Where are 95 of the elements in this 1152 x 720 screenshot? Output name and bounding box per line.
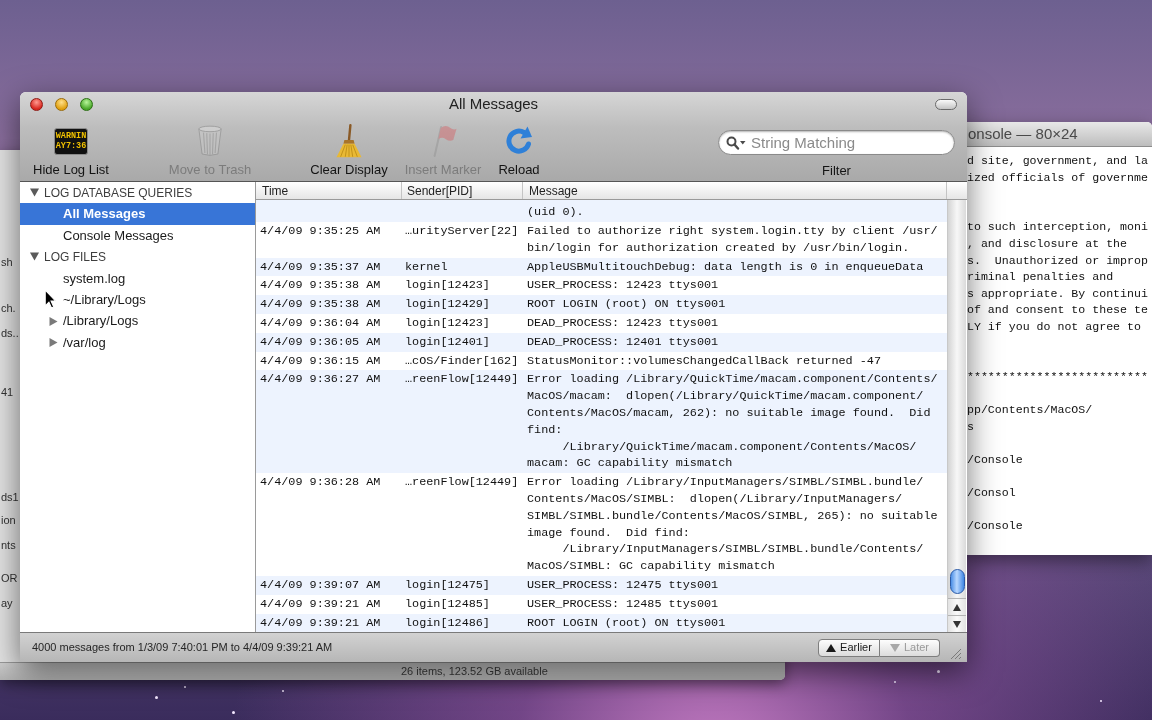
sidebar-text: ds1 xyxy=(1,490,19,504)
up-arrow-icon xyxy=(953,603,961,611)
triangle-down-icon[interactable] xyxy=(30,252,39,262)
down-arrow-icon xyxy=(953,620,961,628)
sidebar-text: OR xyxy=(1,571,18,585)
table-cell: USER_PROCESS: 12485 ttys001 xyxy=(527,595,719,613)
table-cell: …cOS/Finder[162] xyxy=(405,353,519,368)
reload-icon xyxy=(504,126,534,156)
table-cell: 4/4/09 9:39:21 AM xyxy=(260,596,381,611)
table-cell: 4/4/09 9:39:07 AM xyxy=(260,577,381,592)
status-text: 26 items, 123.52 GB available xyxy=(401,665,548,678)
scrollbar-thumb[interactable] xyxy=(949,569,965,594)
table-cell: 4/4/09 9:36:27 AM xyxy=(260,372,381,387)
sidebar-item[interactable]: ~/Library/Logs xyxy=(20,288,255,311)
trash-can-icon xyxy=(197,125,223,157)
triangle-right-icon[interactable] xyxy=(49,316,58,326)
table-cell: login[12423] xyxy=(405,278,490,293)
table-cell: login[12401] xyxy=(405,334,490,349)
table-cell: 4/4/09 9:35:38 AM xyxy=(260,297,381,312)
scroll-up-button[interactable] xyxy=(948,598,966,615)
table-cell: ROOT LOGIN (root) ON ttys001 xyxy=(527,296,726,313)
table-cell: 4/4/09 9:35:38 AM xyxy=(260,278,381,293)
table-cell: 4/4/09 9:36:05 AM xyxy=(260,334,381,349)
triangle-right-icon[interactable] xyxy=(49,337,58,347)
display-text: AY7:36 xyxy=(55,141,87,151)
sidebar-item[interactable]: All Messages xyxy=(20,203,255,225)
table-cell: login[12485] xyxy=(405,596,490,611)
triangle-down-icon[interactable] xyxy=(30,188,39,198)
table-cell: Error loading /Library/QuickTime/macam.component/Contents/ MacOS/macam: dlopen(/Library/QuickTime/macam.component/ Contents/MacOS/macam, 262): no suitable image found. Did find: /Library/QuickTime/macam.component/Contents/MacOS/ macam: GC capability mismatch xyxy=(527,371,938,473)
table-cell: Error loading /Library/InputManagers/SIMBL/SIMBL.bundle/ Contents/MacOS/SIMBL: dlopen(/Library/InputManagers/ SIMBL/SIMBL.bundle/Contents/MacOS/SIMBL, 265): no suitable image found. Did find: /Library/InputManagers/SIMBL/SIMBL.bundle/Contents/ MacOS/SIMBL: GC capability mismatch xyxy=(527,474,938,575)
column-header[interactable]: Time xyxy=(256,182,402,199)
table-cell: USER_PROCESS: 12475 ttys001 xyxy=(527,576,719,594)
table-cell: USER_PROCESS: 12423 ttys001 xyxy=(527,277,719,295)
zoom-button[interactable] xyxy=(80,97,93,111)
sidebar-item[interactable]: /Library/Logs xyxy=(20,310,255,332)
terminal-text: d site, government, and la ized officials of governme to such interception, moni , and disclosure at the s. Unauthorized or improp riminal penalties and s appropriate. By continui of and consent to these te LY if you do not agree to ************************** pp/Contents/MacOS/ s /Console /Consol /Console xyxy=(966,153,1148,535)
table-cell: 4/4/09 9:39:21 AM xyxy=(260,615,381,630)
search-field[interactable]: String Matching xyxy=(718,130,955,155)
table-cell: DEAD_PROCESS: 12423 ttys001 xyxy=(527,314,719,332)
table-cell: login[12429] xyxy=(405,297,490,312)
search-icon[interactable] xyxy=(726,135,746,150)
table-cell: ROOT LOGIN (root) ON ttys001 xyxy=(527,614,726,632)
table-cell: (uid 0). xyxy=(527,203,584,221)
up-triangle-icon xyxy=(826,643,837,652)
table-cell: 4/4/09 9:36:04 AM xyxy=(260,315,381,330)
resize-grip-icon[interactable] xyxy=(950,648,962,660)
column-header[interactable]: Sender[PID] xyxy=(402,182,523,199)
down-triangle-icon xyxy=(889,643,900,652)
minimize-button[interactable] xyxy=(55,97,68,111)
sidebar-text: sh xyxy=(1,255,13,269)
scroll-down-button[interactable] xyxy=(948,615,966,632)
display-text: WARNIN xyxy=(55,131,87,141)
table-cell: login[12423] xyxy=(405,315,490,330)
filter-label: Filter xyxy=(822,164,851,178)
sidebar-text: 41 xyxy=(1,385,14,399)
window-title: onsole — 80×24 xyxy=(968,125,1078,143)
table-row[interactable]: 4/4/09 9:35:38 AM login[12429] ROOT LOGIN (root) ON ttys001 xyxy=(256,295,947,314)
sidebar-text: nts xyxy=(1,538,16,552)
table-cell: StatusMonitor::volumesChangedCallBack returned -47 xyxy=(527,352,881,370)
status-text: 4000 messages from 1/3/09 7:40:01 PM to 4/4/09 9:39:21 AM xyxy=(31,640,333,656)
table-cell: 4/4/09 9:36:15 AM xyxy=(260,353,381,368)
sidebar-text: ds.. xyxy=(1,326,19,340)
table-cell: 4/4/09 9:35:25 AM xyxy=(260,224,381,238)
close-button[interactable] xyxy=(30,97,43,111)
sidebar-group-header[interactable]: LOG DATABASE QUERIES xyxy=(20,182,255,204)
toolbar-button[interactable]: Clear Display xyxy=(299,116,399,177)
sidebar-group-header[interactable]: LOG FILES xyxy=(20,246,255,268)
toolbar-button[interactable]: WARNIN AY7:36 Hide Log List xyxy=(30,116,112,177)
window-title: All Messages xyxy=(448,95,539,113)
toolbar-toggle-button[interactable] xyxy=(935,98,957,110)
table-row[interactable]: (uid 0). xyxy=(256,200,947,222)
sidebar-item[interactable]: /var/log xyxy=(20,331,255,354)
table-cell: …urityServer[22] xyxy=(405,224,519,238)
table-cell: login[12475] xyxy=(405,577,490,592)
mouse-pointer-icon xyxy=(44,289,57,309)
table-cell: kernel xyxy=(405,259,448,274)
sidebar-text: ion xyxy=(1,513,16,527)
broom-icon xyxy=(336,124,362,158)
column-header[interactable]: Message xyxy=(523,182,947,199)
scrollbar[interactable] xyxy=(947,200,966,632)
table-cell: …reenFlow[12449] xyxy=(405,475,519,490)
table-cell: AppleUSBMultitouchDebug: data length is 0 in enqueueData xyxy=(527,258,924,276)
table-cell: 4/4/09 9:36:28 AM xyxy=(260,475,381,490)
table-cell: …reenFlow[12449] xyxy=(405,372,519,387)
sidebar-item[interactable]: Console Messages xyxy=(20,224,255,247)
table-cell: DEAD_PROCESS: 12401 ttys001 xyxy=(527,333,719,351)
table-cell: login[12486] xyxy=(405,615,490,630)
table-cell: Failed to authorize right system.login.tty by client /usr/ bin/login for authorization created by /usr/bin/login. xyxy=(527,223,938,257)
table-row[interactable] xyxy=(256,370,947,474)
sidebar-text: ay xyxy=(1,596,13,610)
sidebar-item[interactable]: system.log xyxy=(20,267,255,289)
page-button[interactable]: Earlier xyxy=(818,638,880,657)
toolbar-button[interactable]: Reload xyxy=(491,116,547,177)
table-cell: 4/4/09 9:35:37 AM xyxy=(260,259,381,274)
sidebar-text: ch. xyxy=(1,301,16,315)
